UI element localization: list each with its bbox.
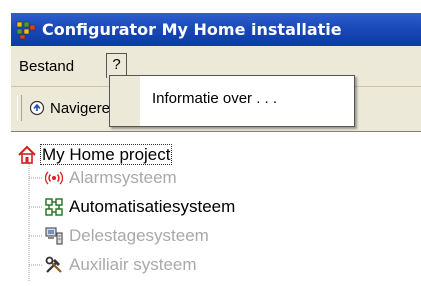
help-menu-dropdown: Informatie over . . . bbox=[109, 75, 355, 127]
tree-node-auxiliair-systeem[interactable]: Auxiliair systeem bbox=[45, 255, 197, 275]
tree-node-automatisatiesysteem[interactable]: Automatisatiesysteem bbox=[45, 197, 235, 217]
tree-node-label: Delestagesysteem bbox=[69, 226, 209, 245]
app-window: Configurator My Home installatie Bestand… bbox=[11, 13, 421, 286]
tree-node-label: Alarmsysteem bbox=[69, 168, 177, 187]
tree-node-delestagesysteem[interactable]: Delestagesysteem bbox=[45, 226, 209, 246]
app-icon bbox=[16, 21, 36, 39]
tree-node-alarmsysteem[interactable]: Alarmsysteem bbox=[45, 168, 177, 188]
tools-icon bbox=[45, 256, 62, 273]
window-title: Configurator My Home installatie bbox=[42, 20, 342, 39]
tree-node-label: Automatisatiesysteem bbox=[69, 197, 236, 216]
project-tree: My Home project Alarmsysteem Automatisat… bbox=[11, 131, 421, 286]
navigate-button[interactable]: Navigeren bbox=[29, 97, 118, 119]
dropdown-gutter bbox=[110, 76, 140, 126]
automation-icon bbox=[45, 198, 63, 216]
title-bar[interactable]: Configurator My Home installatie bbox=[11, 13, 421, 46]
load-shedding-icon bbox=[45, 227, 63, 245]
house-icon bbox=[18, 145, 36, 164]
menu-bestand[interactable]: Bestand bbox=[13, 56, 80, 77]
tree-node-label: Auxiliair systeem bbox=[69, 255, 197, 274]
tree-root-node[interactable]: My Home project bbox=[17, 144, 173, 165]
navigate-icon bbox=[29, 100, 45, 116]
menu-item-informatie-over[interactable]: Informatie over . . . bbox=[152, 90, 277, 107]
alarm-icon bbox=[45, 171, 63, 185]
toolbar-grip[interactable] bbox=[17, 95, 22, 121]
tree-root-label: My Home project bbox=[40, 144, 173, 165]
